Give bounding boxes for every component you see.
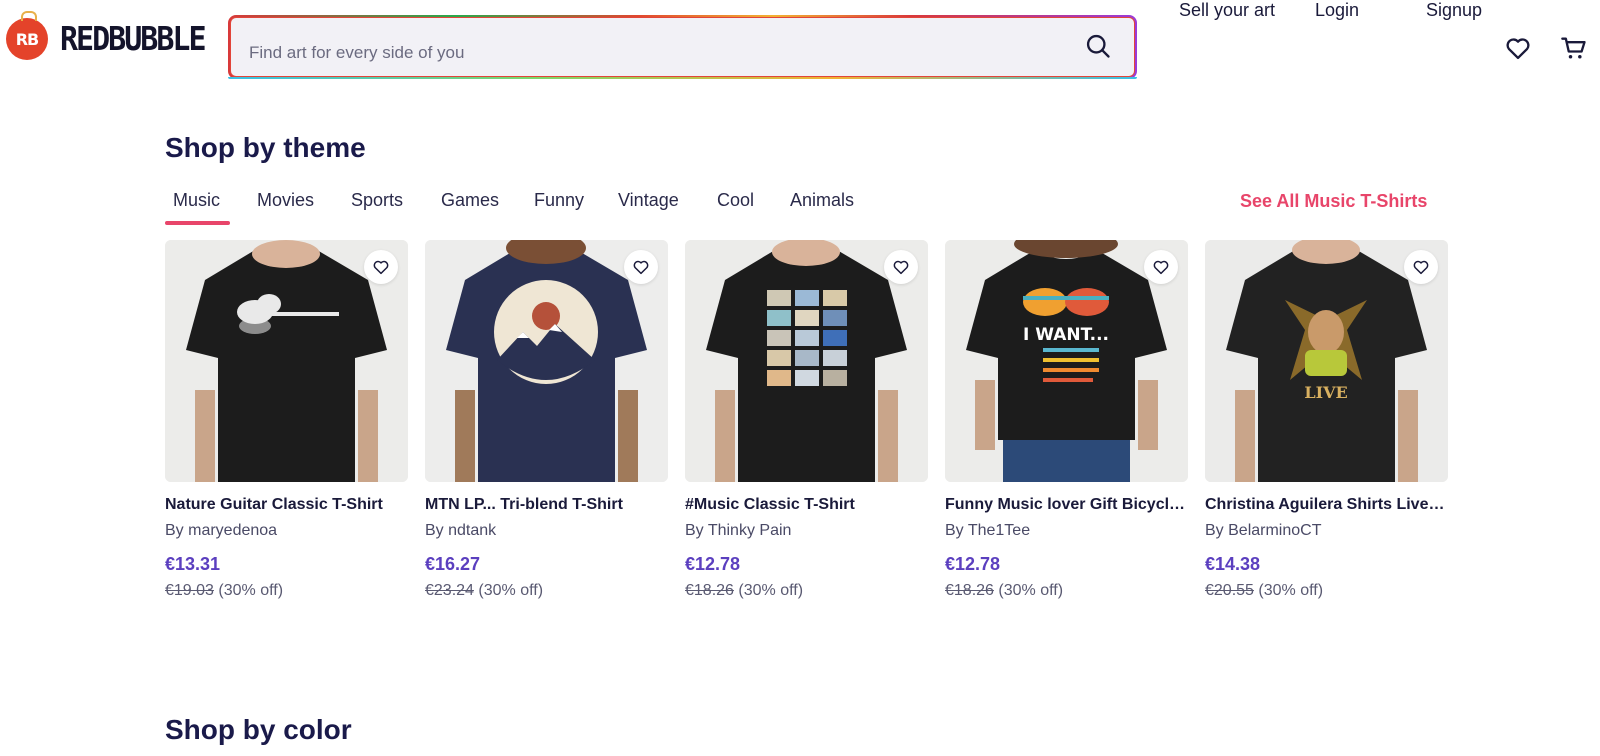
heart-icon xyxy=(373,260,389,275)
product-price: €13.31 xyxy=(165,554,221,574)
tab-sports[interactable]: Sports xyxy=(351,190,403,211)
product-image[interactable] xyxy=(165,240,408,482)
favorites-heart-icon[interactable] xyxy=(1504,34,1532,62)
heart-icon xyxy=(1413,260,1429,275)
favorite-button[interactable] xyxy=(1144,250,1178,284)
original-price: €19.03 xyxy=(165,582,214,599)
see-all-music-tshirts-link[interactable]: See All Music T-Shirts xyxy=(1240,191,1427,212)
discount-label: (30% off) xyxy=(478,582,544,599)
active-tab-indicator xyxy=(165,221,230,225)
shirt-art-text: LIVE xyxy=(1304,383,1347,402)
tab-cool[interactable]: Cool xyxy=(717,190,754,211)
product-title[interactable]: MTN LP... Tri-blend T-Shirt xyxy=(425,496,668,514)
tab-games[interactable]: Games xyxy=(441,190,499,211)
heart-icon xyxy=(1153,260,1169,275)
product-image[interactable]: I WANT... xyxy=(945,240,1188,482)
tab-funny[interactable]: Funny xyxy=(534,190,584,211)
tab-movies[interactable]: Movies xyxy=(257,190,314,211)
product-old-price: €18.26 (30% off) xyxy=(685,582,928,600)
logo-wordmark: REDBUBBLE xyxy=(60,19,207,59)
signup-link[interactable]: Signup xyxy=(1426,0,1482,21)
shirt-art-text: I WANT... xyxy=(1023,325,1109,345)
heart-icon xyxy=(633,260,649,275)
product-artist[interactable]: By ndtank xyxy=(425,522,668,540)
product-old-price: €19.03 (30% off) xyxy=(165,582,408,600)
original-price: €18.26 xyxy=(685,582,734,599)
original-price: €20.55 xyxy=(1205,582,1254,599)
product-image[interactable] xyxy=(425,240,668,482)
tab-vintage[interactable]: Vintage xyxy=(618,190,679,211)
product-card[interactable]: I WANT... Funny Music lover Gift Bicycle… xyxy=(945,240,1188,600)
shop-by-theme-title: Shop by theme xyxy=(165,132,366,163)
site-header: RB REDBUBBLE Sell your art Login Signup xyxy=(0,0,1600,96)
logo-badge-icon: RB xyxy=(6,11,48,60)
search-bar xyxy=(228,15,1137,79)
product-card[interactable]: #Music Classic T-Shirt By Thinky Pain €1… xyxy=(685,240,928,600)
original-price: €23.24 xyxy=(425,582,474,599)
search-icon[interactable] xyxy=(1084,32,1112,60)
discount-label: (30% off) xyxy=(218,582,284,599)
heart-icon xyxy=(893,260,909,275)
tab-animals[interactable]: Animals xyxy=(790,190,854,211)
product-title[interactable]: #Music Classic T-Shirt xyxy=(685,496,928,514)
logo-badge-text: RB xyxy=(15,29,39,49)
search-gradient-border xyxy=(228,77,1137,79)
product-artist[interactable]: By The1Tee xyxy=(945,522,1188,540)
product-title[interactable]: Funny Music lover Gift Bicycle ... xyxy=(945,496,1188,514)
login-link[interactable]: Login xyxy=(1315,0,1359,21)
search-input[interactable] xyxy=(231,18,1084,76)
favorite-button[interactable] xyxy=(884,250,918,284)
redbubble-logo[interactable]: RB REDBUBBLE xyxy=(6,11,207,60)
discount-label: (30% off) xyxy=(998,582,1064,599)
product-old-price: €18.26 (30% off) xyxy=(945,582,1188,600)
sell-your-art-link[interactable]: Sell your art xyxy=(1179,0,1275,21)
product-title[interactable]: Nature Guitar Classic T-Shirt xyxy=(165,496,408,514)
product-price: €14.38 xyxy=(1205,554,1261,574)
product-old-price: €23.24 (30% off) xyxy=(425,582,668,600)
search-box xyxy=(230,17,1135,77)
product-image[interactable] xyxy=(685,240,928,482)
tab-music[interactable]: Music xyxy=(173,190,220,211)
product-old-price: €20.55 (30% off) xyxy=(1205,582,1448,600)
product-artist[interactable]: By BelarminoCT xyxy=(1205,522,1448,540)
product-price: €12.78 xyxy=(685,554,741,574)
product-artist[interactable]: By Thinky Pain xyxy=(685,522,928,540)
shop-by-color-title: Shop by color xyxy=(165,714,352,745)
favorite-button[interactable] xyxy=(624,250,658,284)
original-price: €18.26 xyxy=(945,582,994,599)
product-price: €16.27 xyxy=(425,554,481,574)
discount-label: (30% off) xyxy=(738,582,804,599)
product-card[interactable]: LIVE Christina Aguilera Shirts Live 2...… xyxy=(1205,240,1448,600)
favorite-button[interactable] xyxy=(1404,250,1438,284)
product-card[interactable]: MTN LP... Tri-blend T-Shirt By ndtank €1… xyxy=(425,240,668,600)
product-title[interactable]: Christina Aguilera Shirts Live 2... xyxy=(1205,496,1448,514)
cart-icon[interactable] xyxy=(1560,34,1588,62)
favorite-button[interactable] xyxy=(364,250,398,284)
product-price: €12.78 xyxy=(945,554,1001,574)
discount-label: (30% off) xyxy=(1258,582,1324,599)
product-card[interactable]: Nature Guitar Classic T-Shirt By maryede… xyxy=(165,240,408,600)
product-image[interactable]: LIVE xyxy=(1205,240,1448,482)
product-artist[interactable]: By maryedenoa xyxy=(165,522,408,540)
